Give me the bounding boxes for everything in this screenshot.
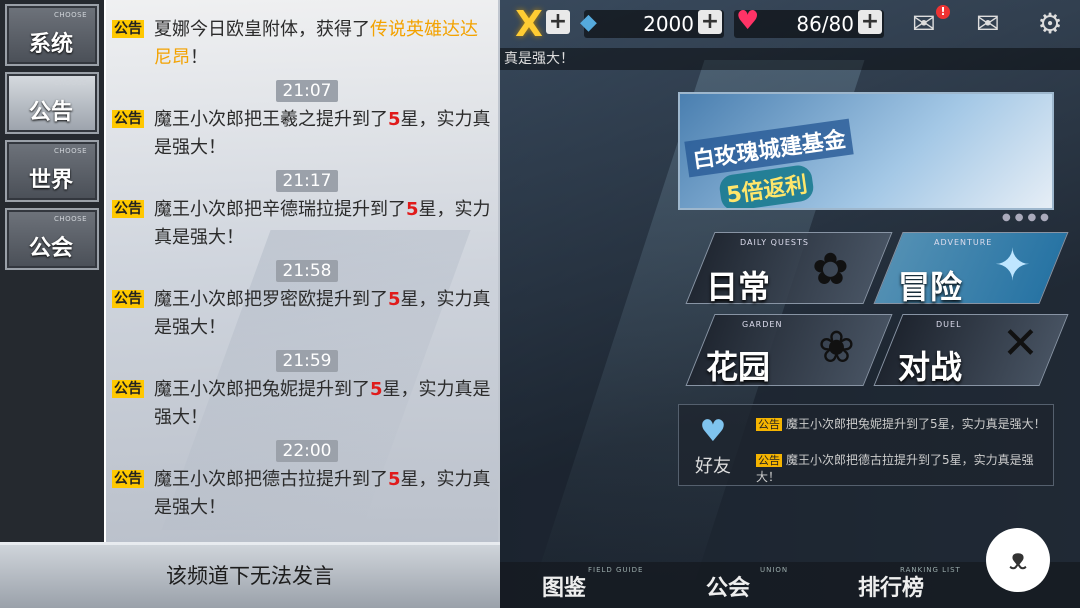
friend-news-text: 魔王小次郎把德古拉提升到了5星，实力真是强大！: [756, 453, 1034, 484]
tab-label: 世界: [29, 168, 74, 193]
gems-value: 2000: [643, 12, 694, 36]
timestamp: 22:00: [276, 440, 338, 462]
timestamp: 21:17: [276, 170, 338, 192]
message-text: ！: [190, 47, 208, 68]
ticker-text: 真是强大！: [504, 51, 574, 67]
tab-label: 公告: [29, 100, 74, 125]
message-text: 魔王小次郎把罗密欧提升到了: [154, 289, 388, 310]
tab-world[interactable]: CHOOSE 世界: [5, 140, 99, 202]
chat-message: 公告 魔王小次郎把兔妮提升到了5星，实力真是强大！: [112, 376, 492, 432]
tab-system[interactable]: CHOOSE 系统: [5, 4, 99, 66]
tab-label: 公会: [29, 236, 74, 261]
chat-message-panel[interactable]: 公告 夏娜今日欧皇附体，获得了传说英雄达达尼昂！ 21:07 公告 魔王小次郎把…: [104, 0, 500, 542]
friend-news-tag: 公告: [756, 418, 782, 431]
garden-label: 花园: [706, 348, 771, 386]
message-text: 魔王小次郎把王羲之提升到了: [154, 109, 388, 130]
announcement-tag: 公告: [112, 470, 144, 488]
tab-choose-label: CHOOSE: [53, 215, 87, 223]
union-sub: UNION: [760, 566, 789, 574]
daily-quests-icon: ✿: [812, 244, 849, 295]
message-text: 魔王小次郎把兔妮提升到了: [154, 379, 370, 400]
adventure-icon: ✦: [994, 240, 1031, 291]
message-text: 夏娜今日欧皇附体，获得了: [154, 19, 370, 40]
cat-mascot-icon[interactable]: ᴥ: [986, 528, 1050, 592]
x-logo-icon[interactable]: X: [508, 4, 550, 46]
chat-message-text: 夏娜今日欧皇附体，获得了传说英雄达达尼昂！: [154, 16, 492, 72]
duel-icon: ✕: [1002, 318, 1039, 369]
message-text: 魔王小次郎把德古拉提升到了: [154, 469, 388, 490]
tab-guild[interactable]: CHOOSE 公会: [5, 208, 99, 270]
gear-icon[interactable]: ⚙: [1032, 8, 1068, 40]
channel-tab-column: CHOOSE 系统 CHOOSE 公告 CHOOSE 世界 CHOOSE 公会: [0, 0, 104, 542]
chat-message: 公告 魔王小次郎把罗密欧提升到了5星，实力真是强大！: [112, 286, 492, 342]
friends-button[interactable]: ♥ 好友: [684, 412, 742, 480]
tab-choose-label: CHOOSE: [53, 79, 87, 87]
tab-announcement[interactable]: CHOOSE 公告: [5, 72, 99, 134]
friend-news-item: 公告 魔王小次郎把兔妮提升到了5星，实力真是强大！: [756, 416, 1046, 433]
chat-message: 公告 魔王小次郎把辛德瑞拉提升到了5星，实力真是强大！: [112, 196, 492, 252]
event-banner[interactable]: 白玫瑰城建基金 5倍返利: [678, 92, 1054, 210]
union-button[interactable]: 公会: [706, 570, 750, 602]
field-guide-sub: FIELD GUIDE: [588, 566, 644, 574]
message-text: 魔王小次郎把辛德瑞拉提升到了: [154, 199, 406, 220]
add-stamina-button[interactable]: +: [858, 10, 882, 34]
notification-badge: !: [936, 5, 950, 19]
chat-message: 公告 魔王小次郎把王羲之提升到了5星，实力真是强大！: [112, 106, 492, 162]
tab-choose-label: CHOOSE: [53, 147, 87, 155]
timestamp: 21:58: [276, 260, 338, 282]
duel-label: 对战: [898, 348, 963, 386]
mail-icon[interactable]: ✉: [970, 8, 1006, 40]
duel-sub: DUEL: [936, 320, 962, 329]
chat-message-text: 魔王小次郎把德古拉提升到了5星，实力真是强大！: [154, 466, 492, 522]
star-count: 5: [388, 469, 401, 490]
announcement-tag: 公告: [112, 20, 144, 38]
field-guide-button[interactable]: 图鉴: [542, 570, 586, 602]
chat-message-text: 魔王小次郎把兔妮提升到了5星，实力真是强大！: [154, 376, 492, 432]
garden-sub: GARDEN: [742, 320, 783, 329]
timestamp: 21:07: [276, 80, 338, 102]
star-count: 5: [370, 379, 383, 400]
star-count: 5: [388, 109, 401, 130]
adventure-label: 冒险: [898, 268, 963, 306]
friend-news-item: 公告 魔王小次郎把德古拉提升到了5星，实力真是强大！: [756, 452, 1046, 485]
chat-input-disabled-bar: 该频道下无法发言: [0, 542, 500, 608]
chat-message: 公告 魔王小次郎把德古拉提升到了5星，实力真是强大！: [112, 466, 492, 522]
friend-news-text: 魔王小次郎把兔妮提升到了5星，实力真是强大！: [786, 417, 1046, 431]
announcement-tag: 公告: [112, 200, 144, 218]
ranking-button[interactable]: 排行榜: [858, 570, 924, 602]
announcement-ticker: 真是强大！: [500, 48, 1080, 70]
daily-quests-sub: DAILY QUESTS: [740, 238, 809, 247]
adventure-sub: ADVENTURE: [934, 238, 993, 247]
star-count: 5: [388, 289, 401, 310]
banner-pager-dots: ●●●●: [1002, 212, 1053, 223]
daily-quests-label: 日常: [706, 268, 771, 306]
tab-label: 系统: [29, 32, 74, 57]
gem-icon: ◆: [580, 10, 597, 35]
handshake-icon: ♥: [699, 414, 727, 449]
chat-message-text: 魔王小次郎把罗密欧提升到了5星，实力真是强大！: [154, 286, 492, 342]
announcement-tag: 公告: [112, 290, 144, 308]
add-gems-button[interactable]: +: [698, 10, 722, 34]
friends-label: 好友: [695, 456, 731, 477]
announcement-tag: 公告: [112, 110, 144, 128]
garden-icon: ❀: [818, 322, 855, 373]
heart-icon: ♥: [736, 6, 760, 36]
chat-message-text: 魔王小次郎把王羲之提升到了5星，实力真是强大！: [154, 106, 492, 162]
friend-news-tag: 公告: [756, 454, 782, 467]
add-button-1[interactable]: +: [546, 10, 570, 34]
stamina-value: 86/80: [796, 12, 854, 36]
chat-message-text: 魔王小次郎把辛德瑞拉提升到了5星，实力真是强大！: [154, 196, 492, 252]
announcement-tag: 公告: [112, 380, 144, 398]
timestamp: 21:59: [276, 350, 338, 372]
star-count: 5: [406, 199, 419, 220]
chat-message: 公告 夏娜今日欧皇附体，获得了传说英雄达达尼昂！: [112, 16, 492, 72]
tab-choose-label: CHOOSE: [53, 11, 87, 19]
